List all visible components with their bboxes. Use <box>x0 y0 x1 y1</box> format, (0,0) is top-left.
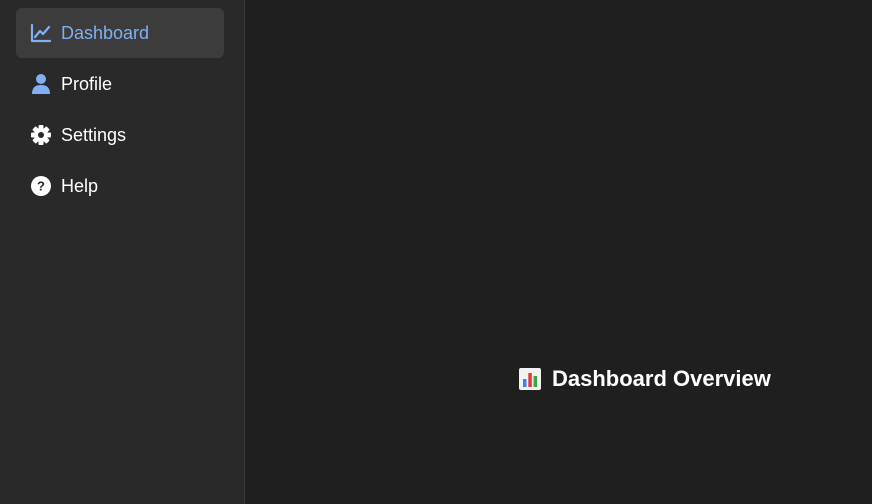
bar-chart-emoji-icon <box>518 367 542 391</box>
sidebar: Dashboard Profile Settings ? Help <box>0 0 245 504</box>
app-root: Dashboard Profile Settings ? Help Dashbo… <box>0 0 872 504</box>
sidebar-item-settings[interactable]: Settings <box>16 110 224 160</box>
user-icon <box>30 73 52 95</box>
sidebar-item-label: Profile <box>61 73 113 94</box>
sidebar-item-label: Settings <box>61 124 127 145</box>
page-title-text: Dashboard Overview <box>552 366 771 391</box>
page-title: Dashboard Overview <box>518 366 771 392</box>
main-content: Dashboard Overview <box>245 0 872 504</box>
sidebar-item-label: Dashboard <box>61 22 150 43</box>
gear-icon <box>30 124 52 146</box>
sidebar-item-label: Help <box>61 175 99 196</box>
help-circle-icon: ? <box>30 175 52 197</box>
svg-text:?: ? <box>37 179 45 194</box>
sidebar-item-dashboard[interactable]: Dashboard <box>16 8 224 58</box>
chart-line-icon <box>30 22 52 44</box>
sidebar-item-profile[interactable]: Profile <box>16 59 224 109</box>
sidebar-item-help[interactable]: ? Help <box>16 161 224 211</box>
